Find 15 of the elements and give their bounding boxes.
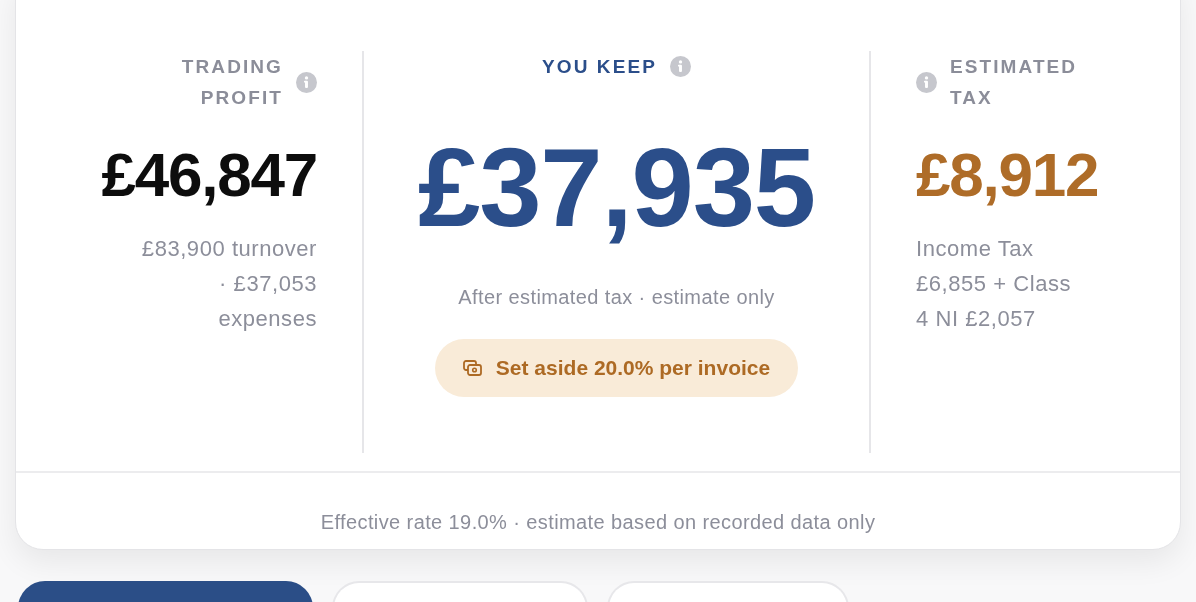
footer-note: Effective rate 19.0% · estimate based on recorded data only: [319, 510, 877, 535]
cash-icon: [462, 360, 482, 376]
metric-value: £37,935: [418, 132, 815, 244]
info-icon: [296, 71, 317, 93]
metric-detail: After estimated tax · estimate only: [458, 285, 775, 310]
metric-value: £8,912: [916, 141, 1099, 210]
metric-label: YOU KEEP: [542, 55, 657, 79]
info-icon: [916, 71, 937, 93]
set-aside-badge[interactable]: Set aside 20.0% per invoice: [434, 339, 799, 397]
metric-detail: £83,900 turnover · £37,053 expenses: [140, 235, 317, 334]
metric-value: £46,847: [101, 141, 317, 210]
metric-label: ESTIMATED TAX: [950, 55, 1079, 110]
metric-detail: Income Tax £6,855 + Class 4 NI £2,057: [916, 235, 1073, 334]
metric-label: TRADING PROFIT: [180, 55, 283, 110]
info-icon: [669, 56, 691, 77]
